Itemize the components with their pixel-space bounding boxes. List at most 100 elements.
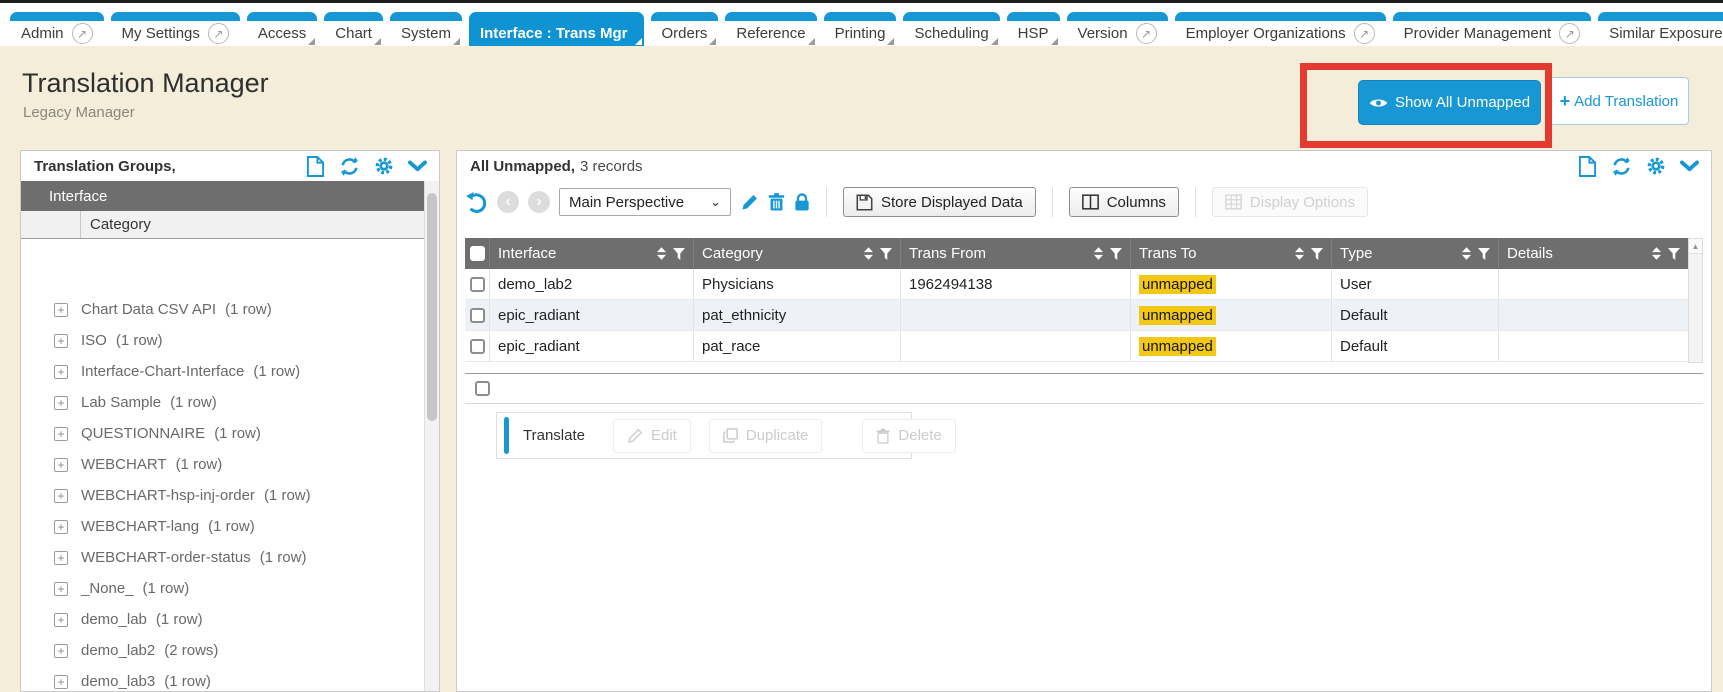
expand-icon[interactable]: + [54, 365, 68, 379]
filter-icon[interactable] [1311, 248, 1323, 260]
column-header-trans-from[interactable]: Trans From [901, 238, 1131, 269]
translate-button[interactable]: Translate [504, 417, 599, 454]
translation-group-list: + Chart Data CSV API (1 row) + ISO (1 ro… [21, 239, 439, 692]
group-item-demo-lab3[interactable]: + demo_lab3 (1 row) [21, 666, 439, 692]
sort-icon[interactable] [864, 247, 873, 260]
expand-icon[interactable]: + [54, 489, 68, 503]
group-item-demo-lab[interactable]: + demo_lab (1 row) [21, 604, 439, 635]
group-item-chart-data-csv-api[interactable]: + Chart Data CSV API (1 row) [21, 294, 439, 325]
tab-interface-trans-mgr[interactable]: Interface : Trans Mgr [469, 12, 644, 46]
table-scrollbar[interactable]: ▲ [1688, 238, 1703, 363]
sort-icon[interactable] [657, 247, 666, 260]
expand-icon[interactable]: + [54, 427, 68, 441]
chevron-down-icon[interactable] [408, 160, 427, 172]
tab-version[interactable]: Version↗ [1067, 12, 1168, 46]
delete-perspective-trash-icon[interactable] [768, 192, 785, 212]
group-item-webchart-order-status[interactable]: + WEBCHART-order-status (1 row) [21, 542, 439, 573]
group-item-label: Chart Data CSV API [81, 301, 216, 318]
tab-hsp[interactable]: HSP [1007, 12, 1060, 46]
expand-icon[interactable]: + [54, 644, 68, 658]
group-item-count: (1 row) [208, 518, 255, 535]
filter-icon[interactable] [1668, 248, 1680, 260]
chevron-down-icon[interactable] [1680, 160, 1699, 172]
tab-employer-organizations[interactable]: Employer Organizations↗ [1175, 12, 1386, 46]
edit-perspective-pencil-icon[interactable] [740, 193, 759, 212]
tab-scheduling[interactable]: Scheduling [903, 12, 999, 46]
popout-icon[interactable]: ↗ [1559, 23, 1580, 44]
sort-icon[interactable] [1295, 247, 1304, 260]
tab-system[interactable]: System [390, 12, 462, 46]
sort-icon[interactable] [1094, 247, 1103, 260]
submenu-fold-icon [374, 38, 381, 45]
sort-icon[interactable] [1462, 247, 1471, 260]
plus-icon: + [1560, 92, 1571, 110]
footer-checkbox[interactable] [475, 381, 490, 396]
group-item-interface-chart-interface[interactable]: + Interface-Chart-Interface (1 row) [21, 356, 439, 387]
expand-icon[interactable]: + [54, 520, 68, 534]
group-item-count: (1 row) [176, 456, 223, 473]
expand-icon[interactable]: + [54, 458, 68, 472]
tab-provider-management[interactable]: Provider Management↗ [1393, 12, 1592, 46]
undo-icon[interactable] [465, 191, 488, 214]
new-document-icon[interactable] [1578, 156, 1597, 177]
table-row[interactable]: demo_lab2 Physicians 1962494138 unmapped… [465, 269, 1688, 300]
tab-similar-exposure-groups[interactable]: Similar Exposure Groups (SEGs) [1598, 12, 1723, 46]
store-displayed-data-button[interactable]: Store Displayed Data [843, 187, 1036, 217]
column-header-trans-to[interactable]: Trans To [1131, 238, 1332, 269]
filter-icon[interactable] [880, 248, 892, 260]
filter-icon[interactable] [673, 248, 685, 260]
group-item-webchart-hsp-inj-order[interactable]: + WEBCHART-hsp-inj-order (1 row) [21, 480, 439, 511]
popout-icon[interactable]: ↗ [1136, 23, 1157, 44]
refresh-icon[interactable] [1611, 156, 1632, 177]
group-item-webchart-lang[interactable]: + WEBCHART-lang (1 row) [21, 511, 439, 542]
new-document-icon[interactable] [306, 156, 325, 177]
column-header-type[interactable]: Type [1332, 238, 1499, 269]
expand-icon[interactable]: + [54, 303, 68, 317]
expand-icon[interactable]: + [54, 675, 68, 689]
tab-my-settings[interactable]: My Settings↗ [111, 12, 240, 46]
row-checkbox[interactable] [470, 308, 485, 323]
sort-icon[interactable] [1652, 247, 1661, 260]
refresh-icon[interactable] [339, 156, 360, 177]
table-row[interactable]: epic_radiant pat_ethnicity unmapped Defa… [465, 300, 1688, 331]
submenu-fold-icon [887, 38, 894, 45]
column-header-category[interactable]: Category [694, 238, 901, 269]
popout-icon[interactable]: ↗ [72, 23, 93, 44]
group-item-lab-sample[interactable]: + Lab Sample (1 row) [21, 387, 439, 418]
group-item-demo-lab2[interactable]: + demo_lab2 (2 rows) [21, 635, 439, 666]
expand-icon[interactable]: + [54, 551, 68, 565]
group-item-iso[interactable]: + ISO (1 row) [21, 325, 439, 356]
filter-icon[interactable] [1478, 248, 1490, 260]
gear-icon[interactable] [1646, 156, 1666, 176]
left-panel-scrollbar-thumb[interactable] [427, 193, 437, 421]
perspective-select[interactable]: Main Perspective ⌄ [559, 188, 731, 216]
tab-reference[interactable]: Reference [725, 12, 816, 46]
select-all-checkbox[interactable] [470, 246, 485, 261]
tab-access[interactable]: Access [247, 12, 317, 46]
tab-printing[interactable]: Printing [824, 12, 897, 46]
expand-icon[interactable]: + [54, 396, 68, 410]
expand-icon[interactable]: + [54, 613, 68, 627]
tab-orders[interactable]: Orders [651, 12, 719, 46]
columns-button[interactable]: Columns [1069, 187, 1179, 217]
expand-icon[interactable]: + [54, 334, 68, 348]
popout-icon[interactable]: ↗ [1354, 23, 1375, 44]
filter-icon[interactable] [1110, 248, 1122, 260]
row-checkbox[interactable] [470, 339, 485, 354]
row-checkbox[interactable] [470, 277, 485, 292]
group-item-webchart[interactable]: + WEBCHART (1 row) [21, 449, 439, 480]
lock-perspective-icon[interactable] [794, 192, 810, 212]
column-header-details[interactable]: Details [1499, 238, 1688, 269]
tab-chart[interactable]: Chart [324, 12, 383, 46]
add-translation-button[interactable]: + Add Translation [1549, 77, 1689, 125]
column-header-interface[interactable]: Interface [490, 238, 694, 269]
popout-icon[interactable]: ↗ [208, 23, 229, 44]
scroll-up-icon[interactable]: ▲ [1689, 239, 1702, 254]
group-item-none[interactable]: + _None_ (1 row) [21, 573, 439, 604]
table-row[interactable]: epic_radiant pat_race unmapped Default [465, 331, 1688, 362]
expand-icon[interactable]: + [54, 582, 68, 596]
group-item-questionnaire[interactable]: + QUESTIONNAIRE (1 row) [21, 418, 439, 449]
left-panel-scrollbar[interactable] [424, 181, 439, 691]
gear-icon[interactable] [374, 156, 394, 176]
tab-admin[interactable]: Admin↗ [10, 12, 104, 46]
